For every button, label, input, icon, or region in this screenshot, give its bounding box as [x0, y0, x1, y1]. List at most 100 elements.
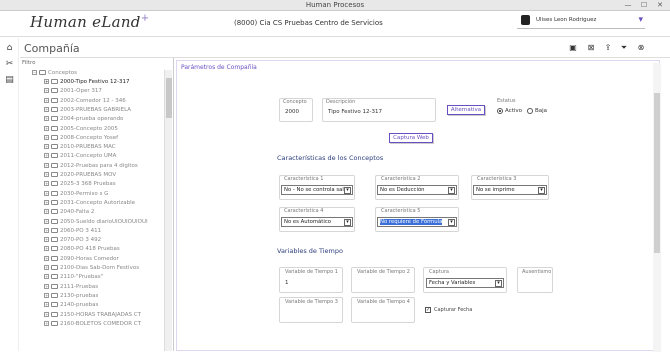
- tree-scrollbar[interactable]: [164, 70, 172, 351]
- tree-item[interactable]: +2025-3 368 Pruebas: [44, 180, 116, 189]
- tree-item[interactable]: +2111-Pruebas: [44, 283, 98, 292]
- expand-icon[interactable]: +: [44, 237, 49, 243]
- filter-icon[interactable]: ⏷: [619, 43, 629, 53]
- tree-item[interactable]: +2003-PRUEBAS GABRIELA: [44, 106, 131, 115]
- expand-icon[interactable]: +: [44, 162, 49, 168]
- tree-item[interactable]: +2031-Concepto Autorizable: [44, 199, 135, 208]
- expand-icon[interactable]: +: [44, 255, 49, 261]
- tree-item[interactable]: +2002-Comedor 12 - 346: [44, 97, 126, 106]
- expand-icon[interactable]: +: [44, 227, 49, 233]
- tree-item[interactable]: +2130-pruebas: [44, 292, 98, 301]
- tree-item[interactable]: +2080-PO 418 Pruebas: [44, 245, 120, 254]
- alternativa-button[interactable]: Alternativa: [447, 105, 485, 115]
- close-window-button[interactable]: ✕: [652, 0, 668, 11]
- tree-item[interactable]: +2020-PRUEBAS MOV: [44, 171, 116, 180]
- save-icon[interactable]: ▣: [568, 43, 578, 53]
- descripcion-field[interactable]: Tipo Festivo 12-317: [324, 106, 434, 119]
- expand-icon[interactable]: +: [44, 116, 49, 122]
- expand-icon[interactable]: +: [44, 246, 49, 252]
- vt4-field[interactable]: [353, 307, 413, 320]
- tree-item[interactable]: +2070-PO 3 492: [44, 236, 101, 245]
- export-icon[interactable]: ⇪: [603, 43, 613, 53]
- tree-item[interactable]: +2011-Concepto UMA: [44, 152, 116, 161]
- expand-icon[interactable]: +: [44, 274, 49, 280]
- chevron-down-icon: ▾: [448, 219, 455, 226]
- title-bar: Human Procesos — ☐ ✕: [0, 0, 670, 11]
- captura-web-button[interactable]: Captura Web: [389, 133, 433, 143]
- expand-icon[interactable]: +: [44, 181, 49, 187]
- user-avatar-icon: [521, 15, 530, 25]
- report-icon[interactable]: ▤: [4, 75, 15, 86]
- expand-icon[interactable]: +: [44, 125, 49, 131]
- expand-icon[interactable]: +: [44, 311, 49, 317]
- tree-item[interactable]: +2140-pruebas: [44, 301, 98, 310]
- expand-icon[interactable]: +: [44, 172, 49, 177]
- expand-icon[interactable]: +: [44, 320, 49, 326]
- tree-item[interactable]: +2150-HORAS TRABAJADAS CT: [44, 311, 141, 320]
- tree-item[interactable]: +2160-BOLETOS COMEDOR CT: [44, 320, 141, 329]
- tree-root[interactable]: − Conceptos: [32, 69, 77, 78]
- expand-icon[interactable]: +: [44, 97, 49, 103]
- tree-item[interactable]: +2001-Oper 317: [44, 87, 102, 96]
- expand-icon[interactable]: +: [44, 79, 49, 84]
- user-menu[interactable]: Ulises Leon Rodriguez ▾: [517, 13, 645, 29]
- expand-icon[interactable]: +: [44, 106, 49, 112]
- tree-item[interactable]: +2040-Falta 2: [44, 208, 94, 217]
- car1-select[interactable]: No - No se controla saldo ▾: [281, 185, 353, 195]
- expand-icon[interactable]: +: [44, 199, 49, 205]
- expand-icon[interactable]: +: [44, 88, 49, 94]
- vt1-field[interactable]: 1: [281, 277, 341, 290]
- descripcion-label: Descripción: [326, 99, 356, 105]
- folder-icon: [51, 88, 58, 94]
- home-icon[interactable]: ⌂: [4, 43, 15, 54]
- folder-icon: [39, 70, 46, 75]
- car5-select[interactable]: No requiere de Fórmula ▾: [377, 217, 457, 227]
- activo-radio[interactable]: [497, 108, 503, 114]
- tree-item[interactable]: +2012-Pruebas para 4 digitos: [44, 162, 138, 171]
- estatus-label: Estatus: [497, 98, 516, 104]
- vt2-field[interactable]: [353, 277, 413, 290]
- close-icon[interactable]: ⊗: [636, 43, 646, 53]
- expand-icon[interactable]: +: [44, 302, 49, 308]
- tree-item[interactable]: +2004-prueba operando: [44, 115, 123, 124]
- tools-icon[interactable]: ✂: [4, 59, 15, 70]
- tree-item[interactable]: +2090-Horas Comedor: [44, 255, 119, 264]
- delete-icon[interactable]: ⊠: [586, 43, 596, 53]
- expand-icon[interactable]: +: [44, 153, 49, 159]
- expand-icon[interactable]: +: [44, 265, 49, 270]
- car4-select[interactable]: No es Automático ▾: [281, 217, 353, 227]
- tree-item[interactable]: +2050-Sueldo diarioUIOUIOUIOUI: [44, 218, 148, 227]
- vt3-field[interactable]: [281, 307, 341, 320]
- vt2-label: Variable de Tiempo 2: [357, 269, 410, 275]
- expand-icon[interactable]: +: [44, 209, 49, 215]
- expand-icon[interactable]: +: [44, 283, 49, 289]
- activo-label: Activo: [505, 108, 522, 114]
- car2-select[interactable]: No es Deducción ▾: [377, 185, 457, 195]
- tree-item[interactable]: +2008-Concepto Yosef: [44, 134, 118, 143]
- panel-scrollbar[interactable]: [653, 63, 661, 352]
- captura-select[interactable]: Fecha y Variables ▾: [426, 278, 504, 288]
- tree-item[interactable]: +2005-Concepto 2005: [44, 125, 118, 134]
- expand-icon[interactable]: +: [44, 190, 49, 196]
- tree-item[interactable]: +2100-Dias Sab-Dom Festivos: [44, 264, 139, 273]
- ausentismo-label: Ausentismo: [522, 269, 552, 275]
- collapse-icon[interactable]: −: [32, 70, 37, 75]
- chevron-down-icon[interactable]: ▾: [638, 15, 643, 25]
- car3-select[interactable]: No se imprime ▾: [473, 185, 547, 195]
- minimize-button[interactable]: —: [620, 0, 636, 11]
- capturar-fecha-checkbox[interactable]: ✓: [425, 307, 431, 313]
- concepto-field[interactable]: 2000: [281, 106, 311, 119]
- tree-item[interactable]: +2110-"Pruebas": [44, 273, 103, 282]
- folder-icon: [51, 255, 58, 261]
- tree-item[interactable]: +2030-Permiso s G: [44, 190, 108, 199]
- expand-icon[interactable]: +: [44, 292, 49, 298]
- expand-icon[interactable]: +: [44, 218, 49, 224]
- filter-label: Filtro: [22, 60, 36, 66]
- tree-item[interactable]: +2010-PRUEBAS MAC: [44, 143, 116, 152]
- maximize-button[interactable]: ☐: [636, 0, 652, 11]
- baja-radio[interactable]: [527, 108, 533, 114]
- tree-item[interactable]: +2000-Tipo Festivo 12-317: [44, 78, 129, 87]
- expand-icon[interactable]: +: [44, 134, 49, 140]
- tree-item[interactable]: +2060-PO 3 411: [44, 227, 101, 236]
- expand-icon[interactable]: +: [44, 144, 49, 150]
